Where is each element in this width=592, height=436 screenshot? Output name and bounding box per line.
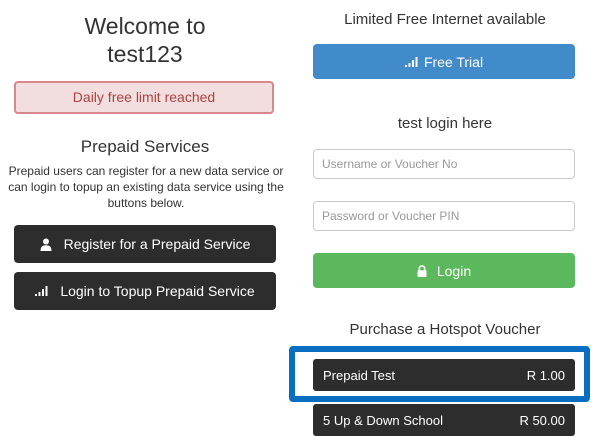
prepaid-services-description: Prepaid users can register for a new dat… [8,164,284,210]
signal-icon [35,286,48,296]
limit-alert: Daily free limit reached [14,81,274,114]
welcome-title-line2: test123 [107,41,183,67]
free-internet-title: Limited Free Internet available [344,11,546,28]
user-icon [40,238,52,251]
voucher-item[interactable]: 5 Up & Down School R 50.00 [313,404,575,436]
free-trial-label: Free Trial [423,53,484,70]
purchase-voucher-title: Purchase a Hotspot Voucher [349,321,541,338]
voucher-price: R 50.00 [519,412,565,428]
password-input[interactable] [313,201,575,231]
register-prepaid-label: Register for a Prepaid Service [63,236,251,252]
prepaid-services-title: Prepaid Services [80,137,210,156]
login-title: test login here [397,115,493,132]
register-prepaid-button[interactable]: Register for a Prepaid Service [14,225,276,263]
voucher-name: Prepaid Test [323,367,396,383]
voucher-price: R 1.00 [526,367,565,383]
login-topup-label: Login to Topup Prepaid Service [60,283,255,299]
username-input[interactable] [313,149,575,179]
signal-icon [404,56,418,67]
welcome-title-line1: Welcome to [84,13,206,39]
voucher-item[interactable]: Prepaid Test R 1.00 [313,359,575,391]
login-topup-button[interactable]: Login to Topup Prepaid Service [14,272,276,310]
lock-icon [417,264,427,277]
voucher-name: 5 Up & Down School [323,412,443,428]
login-button[interactable]: Login [313,253,575,288]
free-trial-button[interactable]: Free Trial [313,44,575,79]
login-label: Login [436,262,472,279]
